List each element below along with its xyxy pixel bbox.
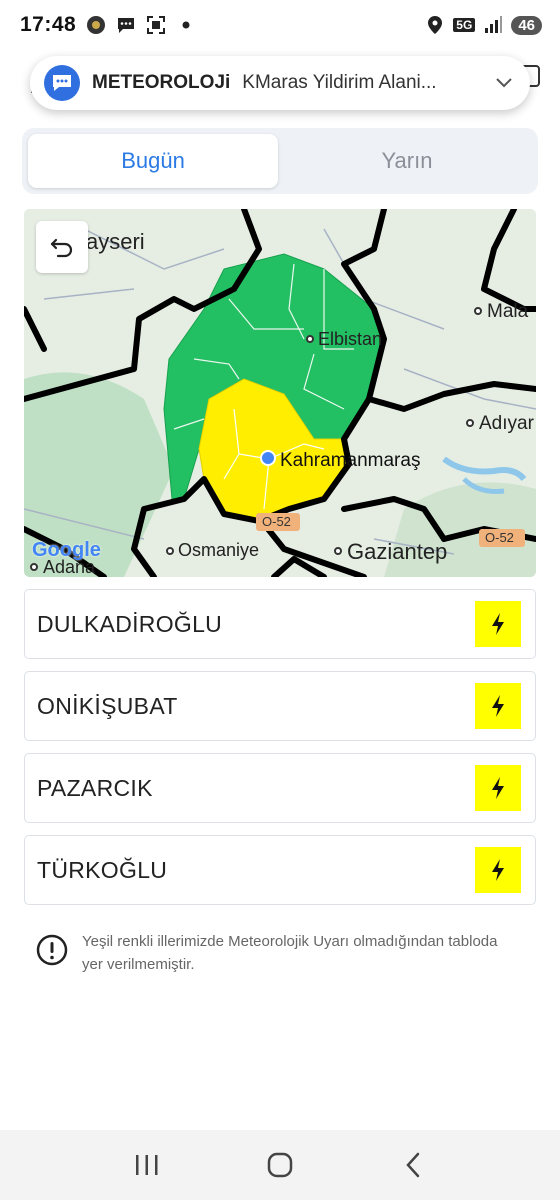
battery-level: 46 bbox=[511, 15, 542, 35]
map-dot-osmaniye bbox=[166, 547, 174, 555]
day-tabs: Bugün Yarın bbox=[22, 128, 538, 194]
list-item[interactable]: PAZARCIK bbox=[24, 753, 536, 823]
app-notification-icon bbox=[86, 15, 106, 35]
info-note-text: Yeşil renkli illerimizde Meteorolojik Uy… bbox=[82, 933, 498, 973]
map-back-button[interactable] bbox=[36, 221, 88, 273]
notification-message: KMaras Yildirim Alani... bbox=[242, 72, 437, 93]
status-time: 17:48 bbox=[20, 13, 77, 36]
lightning-icon bbox=[475, 601, 521, 647]
map-label-road-2: O-52 bbox=[485, 530, 514, 545]
chevron-down-icon[interactable] bbox=[492, 71, 516, 95]
lightning-icon bbox=[475, 847, 521, 893]
map-label-gaziantep: Gaziantep bbox=[347, 539, 448, 564]
district-name: PAZARCIK bbox=[37, 774, 153, 801]
map-label-malatya: Mala bbox=[487, 301, 529, 322]
network-type: 5G bbox=[453, 18, 476, 32]
system-nav-bar bbox=[0, 1130, 560, 1200]
dot-icon bbox=[176, 15, 196, 35]
chat-app-icon bbox=[44, 65, 80, 101]
notification-banner[interactable]: METEOROLOJi KMaras Yildirim Alani... bbox=[30, 56, 530, 110]
map-label-road-1: O-52 bbox=[262, 514, 291, 529]
undo-icon bbox=[50, 236, 74, 258]
list-item[interactable]: ONİKİŞUBAT bbox=[24, 671, 536, 741]
map-dot-elbistan bbox=[306, 335, 314, 343]
warning-map[interactable]: ayseri Elbistan Mala Adıyar Kahramanmara… bbox=[24, 209, 536, 577]
notification-title: METEOROLOJi bbox=[92, 72, 231, 93]
google-logo: Google bbox=[32, 539, 101, 561]
district-name: TÜRKOĞLU bbox=[37, 856, 168, 883]
back-icon[interactable] bbox=[393, 1145, 433, 1185]
map-dot-adana bbox=[30, 563, 38, 571]
info-icon bbox=[36, 934, 68, 966]
screenshot-icon bbox=[146, 15, 166, 35]
map-label-osmaniye: Osmaniye bbox=[178, 540, 260, 560]
message-icon bbox=[116, 15, 136, 35]
lightning-icon bbox=[475, 683, 521, 729]
map-label-kahramanmaras: Kahramanmaraş bbox=[280, 450, 421, 471]
status-bar: 17:48 5G 46 bbox=[0, 0, 560, 50]
map-label-elbistan: Elbistan bbox=[318, 329, 383, 349]
district-name: DULKADİROĞLU bbox=[37, 610, 223, 637]
map-dot-malatya bbox=[474, 307, 482, 315]
home-icon[interactable] bbox=[260, 1145, 300, 1185]
tab-today[interactable]: Bugün bbox=[28, 134, 278, 188]
map-dot-gaziantep bbox=[334, 547, 342, 555]
district-list: DULKADİROĞLU ONİKİŞUBAT PAZARCIK TÜRKOĞL… bbox=[24, 589, 536, 917]
list-item[interactable]: DULKADİROĞLU bbox=[24, 589, 536, 659]
signal-icon bbox=[483, 15, 503, 35]
district-name: ONİKİŞUBAT bbox=[37, 692, 178, 719]
lightning-icon bbox=[475, 765, 521, 811]
list-item[interactable]: TÜRKOĞLU bbox=[24, 835, 536, 905]
map-label-adiyaman: Adıyar bbox=[479, 413, 534, 434]
map-location-dot bbox=[260, 450, 276, 466]
location-icon bbox=[425, 15, 445, 35]
map-label-kayseri: ayseri bbox=[86, 229, 145, 254]
info-note: Yeşil renkli illerimizde Meteorolojik Uy… bbox=[36, 930, 506, 976]
recent-apps-icon[interactable] bbox=[127, 1145, 167, 1185]
tab-tomorrow[interactable]: Yarın bbox=[282, 134, 532, 188]
map-dot-adiyaman bbox=[466, 419, 474, 427]
